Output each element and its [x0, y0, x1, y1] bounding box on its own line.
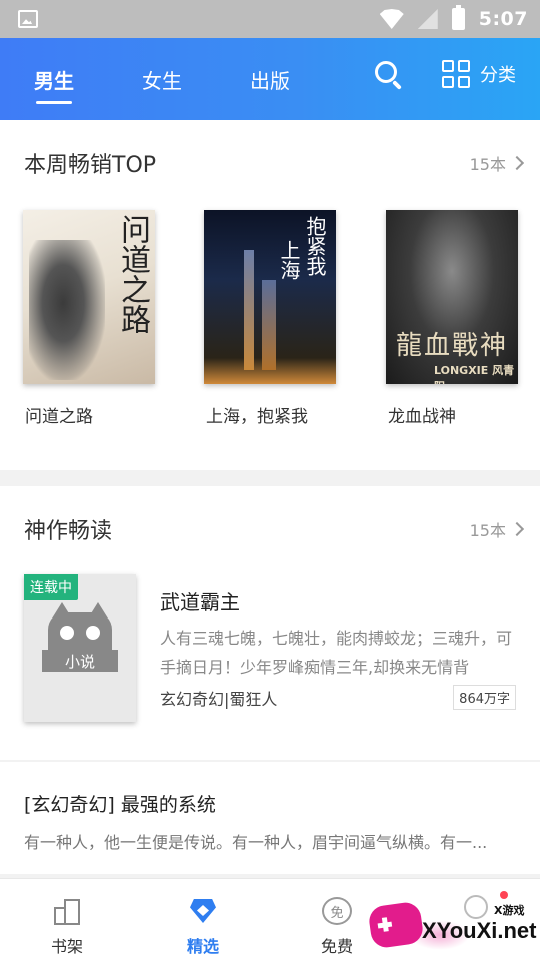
featured-book-title[interactable]: 武道霸主 — [160, 586, 240, 615]
battery-icon — [451, 5, 465, 30]
book-card[interactable]: 抱紧我 上海 上海，抱紧我 — [204, 210, 336, 427]
wifi-icon — [379, 9, 404, 29]
serializing-badge: 连载中 — [24, 574, 78, 600]
tab-publish[interactable]: 出版 — [240, 38, 300, 120]
book-count: 15本 — [469, 155, 506, 174]
list-item-title: [玄幻奇幻] 最强的系统 — [24, 794, 216, 816]
book-card[interactable]: 龍血戰神 LONGXIE 风青阳 龙血战神 — [386, 210, 518, 427]
status-bar: 5:07 — [0, 0, 540, 38]
free-icon: 免 — [322, 897, 352, 925]
tab-male[interactable]: 男生 — [24, 38, 84, 120]
masterpiece-section: 神作畅读 15本 连载中 小说 武道霸主 人有三魂七魄，七魄壮，能肉搏蛟龙；三魂… — [0, 486, 540, 760]
list-item-description: 有一种人，他一生便是传说。有一种人，眉宇间逼气纵横。有一... — [24, 833, 488, 852]
grid-icon — [442, 60, 470, 88]
featured-book-description: 人有三魂七魄，七魄壮，能肉搏蛟龙；三魂升，可手摘日月！少年罗峰痴情三年,却换来无… — [160, 629, 513, 677]
placeholder-book-label: 小说 — [42, 650, 118, 672]
image-notification-icon — [18, 10, 38, 28]
diamond-icon — [188, 897, 218, 925]
weekly-top-section: 本周畅销TOP 15本 问道之路 问道之路 抱紧我 上海 上海，抱紧我 龍血戰神… — [0, 120, 540, 470]
top-header: 男生 女生 出版 分类 — [0, 38, 540, 120]
more-link[interactable]: 15本 — [469, 151, 525, 175]
chevron-right-icon — [509, 155, 525, 171]
status-time: 5:07 — [478, 8, 528, 30]
section-header: 本周畅销TOP 15本 — [24, 148, 525, 178]
nav-label: 精选 — [186, 937, 219, 956]
section-header: 神作畅读 15本 — [24, 514, 525, 544]
section-title: 神作畅读 — [24, 519, 113, 544]
nav-label: 免费 — [320, 937, 353, 956]
bookshelf-icon — [52, 897, 82, 925]
more-link[interactable]: 15本 — [469, 517, 525, 541]
book-cover: 龍血戰神 LONGXIE 风青阳 — [386, 210, 518, 384]
book-name: 问道之路 — [25, 407, 93, 427]
site-watermark: X游戏 XYouXi.net — [367, 896, 537, 956]
search-button[interactable] — [372, 58, 406, 92]
status-icons: 5:07 — [379, 5, 528, 30]
cover-title: 问道之路 — [115, 214, 150, 334]
cover-subtitle: LONGXIE 风青阳 — [434, 364, 515, 384]
watermark-small-text: X游戏 — [494, 904, 525, 917]
active-tab-indicator — [36, 101, 72, 104]
section-title: 本周畅销TOP — [24, 153, 157, 178]
book-count: 15本 — [469, 521, 506, 540]
cover-subtitle: 上海 — [277, 240, 301, 280]
category-button[interactable]: 分类 — [442, 56, 516, 92]
cell-signal-icon — [417, 9, 438, 29]
chevron-right-icon — [509, 521, 525, 537]
cover-title: 抱紧我 — [303, 216, 327, 276]
book-name: 上海，抱紧我 — [206, 407, 308, 427]
watermark-text: XYouXi.net — [422, 918, 537, 943]
book-name: 龙血战神 — [388, 407, 456, 427]
featured-book-meta: 玄幻奇幻|蜀狂人 — [160, 690, 278, 709]
book-cover: 抱紧我 上海 — [204, 210, 336, 384]
nav-bookshelf[interactable]: 书架 — [22, 879, 112, 960]
category-label: 分类 — [480, 65, 516, 86]
featured-book-cover[interactable]: 连载中 小说 — [24, 574, 136, 722]
book-cover: 问道之路 — [23, 210, 155, 384]
nav-picks[interactable]: 精选 — [158, 879, 248, 960]
list-item[interactable]: [玄幻奇幻] 最强的系统 有一种人，他一生便是传说。有一种人，眉宇间逼气纵横。有… — [0, 762, 540, 874]
word-count-badge: 864万字 — [453, 685, 516, 710]
book-card[interactable]: 问道之路 问道之路 — [23, 210, 155, 427]
tab-female[interactable]: 女生 — [132, 38, 192, 120]
cover-title: 龍血戰神 — [396, 331, 509, 361]
nav-label: 书架 — [50, 937, 83, 956]
